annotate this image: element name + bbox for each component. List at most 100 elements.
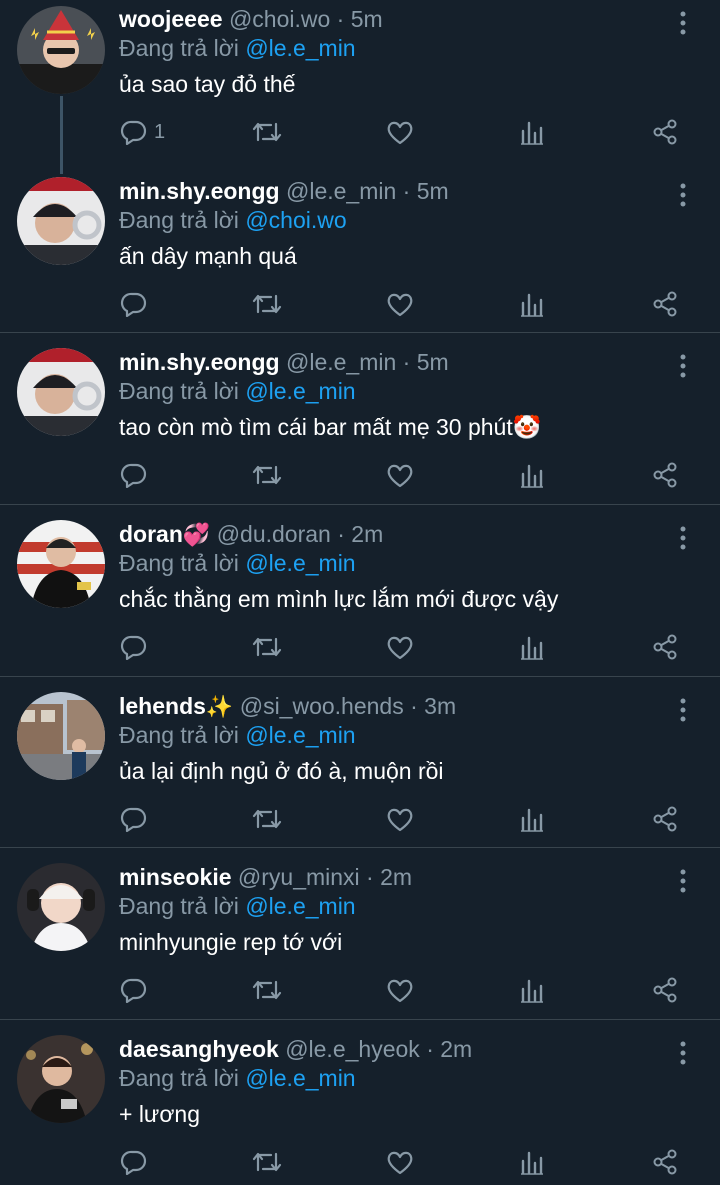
tweet[interactable]: daesanghyeok @le.e_hyeok · 2m Đang trả l… — [0, 1030, 720, 1185]
tweet[interactable]: lehends✨ @si_woo.hends · 3m Đang trả lời… — [0, 687, 720, 847]
tweet-actions — [0, 632, 720, 662]
avatar[interactable] — [17, 348, 105, 436]
tweet[interactable]: min.shy.eongg @le.e_min · 5m Đang trả lờ… — [0, 343, 720, 504]
retweet-button[interactable] — [252, 975, 282, 1005]
display-name[interactable]: lehends — [119, 693, 206, 719]
tweet-text: tao còn mò tìm cái bar mất mẹ 30 phút🤡 — [119, 414, 542, 440]
like-button[interactable] — [386, 1147, 414, 1177]
mention-link[interactable]: @le.e_min — [245, 550, 355, 576]
user-handle[interactable]: @le.e_min — [286, 349, 396, 375]
tweet[interactable]: minseokie @ryu_minxi · 2m Đang trả lời @… — [0, 858, 720, 1019]
user-handle[interactable]: @le.e_hyeok — [285, 1036, 420, 1062]
timestamp[interactable]: 2m — [440, 1036, 472, 1062]
user-handle[interactable]: @si_woo.hends — [240, 693, 404, 719]
tweet-divider — [0, 676, 720, 677]
timestamp[interactable]: 2m — [380, 864, 412, 890]
more-options-icon[interactable] — [671, 8, 695, 38]
reply-button[interactable] — [120, 460, 154, 490]
user-handle[interactable]: @ryu_minxi — [238, 864, 360, 890]
replying-to: Đang trả lời @le.e_min — [119, 35, 356, 62]
reply-button[interactable] — [120, 975, 154, 1005]
mention-link[interactable]: @le.e_min — [245, 1065, 355, 1091]
display-name[interactable]: woojeeee — [119, 6, 223, 32]
retweet-button[interactable] — [252, 1147, 282, 1177]
avatar[interactable] — [17, 6, 105, 94]
like-button[interactable] — [386, 804, 414, 834]
share-button[interactable] — [652, 804, 678, 834]
like-icon — [387, 293, 413, 317]
share-button[interactable] — [652, 460, 678, 490]
analytics-button[interactable] — [520, 117, 544, 147]
like-button[interactable] — [386, 289, 414, 319]
retweet-button[interactable] — [252, 117, 282, 147]
tweet-header: woojeeee @choi.wo · 5m — [119, 6, 383, 33]
share-button[interactable] — [652, 289, 678, 319]
user-handle[interactable]: @choi.wo — [229, 6, 330, 32]
mention-link[interactable]: @le.e_min — [245, 378, 355, 404]
display-name[interactable]: daesanghyeok — [119, 1036, 279, 1062]
mention-link[interactable]: @le.e_min — [245, 722, 355, 748]
retweet-button[interactable] — [252, 804, 282, 834]
reply-button[interactable]: 1 — [120, 117, 165, 147]
replying-to: Đang trả lời @le.e_min — [119, 550, 356, 577]
tweet[interactable]: min.shy.eongg @le.e_min · 5m Đang trả lờ… — [0, 172, 720, 332]
replying-prefix: Đang trả lời — [119, 35, 239, 61]
retweet-button[interactable] — [252, 460, 282, 490]
share-button[interactable] — [652, 117, 678, 147]
replying-to: Đang trả lời @le.e_min — [119, 1065, 356, 1092]
mention-link[interactable]: @le.e_min — [245, 35, 355, 61]
more-options-icon[interactable] — [671, 1038, 695, 1068]
display-name[interactable]: doran — [119, 521, 183, 547]
display-name[interactable]: minseokie — [119, 864, 232, 890]
share-button[interactable] — [652, 975, 678, 1005]
more-options-icon[interactable] — [671, 695, 695, 725]
analytics-button[interactable] — [520, 460, 544, 490]
more-options-icon[interactable] — [671, 180, 695, 210]
analytics-button[interactable] — [520, 289, 544, 319]
like-icon — [387, 464, 413, 488]
avatar[interactable] — [17, 520, 105, 608]
mention-link[interactable]: @le.e_min — [245, 893, 355, 919]
like-button[interactable] — [386, 975, 414, 1005]
analytics-button[interactable] — [520, 804, 544, 834]
reply-icon — [120, 635, 147, 660]
avatar[interactable] — [17, 692, 105, 780]
like-button[interactable] — [386, 632, 414, 662]
timestamp[interactable]: 5m — [417, 349, 449, 375]
timestamp[interactable]: 5m — [351, 6, 383, 32]
tweet-text: + lương — [119, 1101, 200, 1127]
share-icon — [653, 634, 677, 660]
avatar[interactable] — [17, 863, 105, 951]
share-button[interactable] — [652, 1147, 678, 1177]
analytics-button[interactable] — [520, 975, 544, 1005]
mention-link[interactable]: @choi.wo — [245, 207, 346, 233]
analytics-button[interactable] — [520, 1147, 544, 1177]
like-button[interactable] — [386, 460, 414, 490]
display-name[interactable]: min.shy.eongg — [119, 349, 280, 375]
tweet[interactable]: doran💞 @du.doran · 2m Đang trả lời @le.e… — [0, 515, 720, 676]
tweet-text: ủa lại định ngủ ở đó à, muộn rồi — [119, 758, 444, 784]
tweet[interactable]: woojeeee @choi.wo · 5m Đang trả lời @le.… — [0, 0, 720, 165]
user-handle[interactable]: @du.doran — [217, 521, 331, 547]
retweet-button[interactable] — [252, 632, 282, 662]
reply-button[interactable] — [120, 1147, 154, 1177]
like-button[interactable] — [386, 117, 414, 147]
more-options-icon[interactable] — [671, 523, 695, 553]
reply-button[interactable] — [120, 632, 154, 662]
retweet-button[interactable] — [252, 289, 282, 319]
user-handle[interactable]: @le.e_min — [286, 178, 396, 204]
reply-button[interactable] — [120, 289, 154, 319]
more-options-icon[interactable] — [671, 351, 695, 381]
tweet-header: min.shy.eongg @le.e_min · 5m — [119, 349, 449, 376]
timestamp[interactable]: 5m — [417, 178, 449, 204]
timestamp[interactable]: 3m — [424, 693, 456, 719]
analytics-button[interactable] — [520, 632, 544, 662]
reply-button[interactable] — [120, 804, 154, 834]
timestamp[interactable]: 2m — [351, 521, 383, 547]
avatar[interactable] — [17, 177, 105, 265]
more-options-icon[interactable] — [671, 866, 695, 896]
replying-to: Đang trả lời @le.e_min — [119, 378, 356, 405]
display-name[interactable]: min.shy.eongg — [119, 178, 280, 204]
avatar[interactable] — [17, 1035, 105, 1123]
share-button[interactable] — [652, 632, 678, 662]
